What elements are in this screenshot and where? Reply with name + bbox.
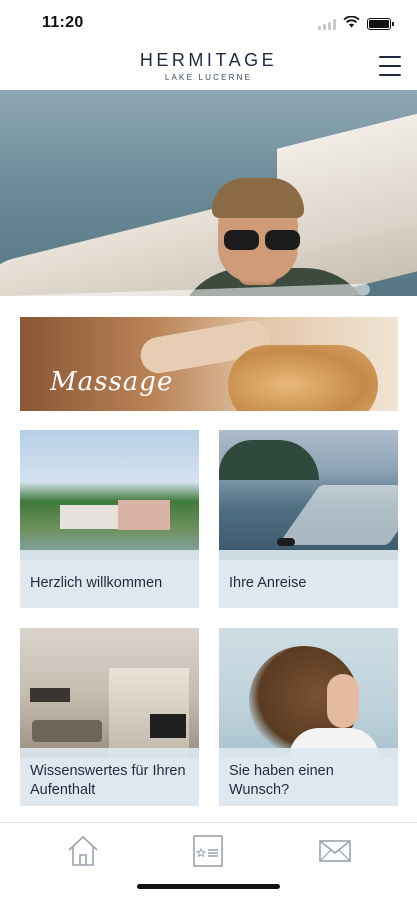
tile-caption: Sie haben einen Wunsch? xyxy=(219,748,398,806)
brand-logo: HERMITAGE LAKE LUCERNE xyxy=(0,50,417,82)
tile-image xyxy=(20,628,199,758)
hero-person-hair xyxy=(212,178,304,218)
massage-banner[interactable]: Massage xyxy=(20,317,398,411)
tile-label: Sie haben einen Wunsch? xyxy=(229,763,334,798)
tile-image xyxy=(20,430,199,560)
banner-label: Massage xyxy=(50,367,174,397)
tile-label: Ihre Anreise xyxy=(229,574,307,591)
signal-icon xyxy=(318,18,336,30)
hero-sunglasses xyxy=(224,230,300,250)
woman-face xyxy=(327,674,359,728)
banner-hair-image xyxy=(228,345,378,411)
hotel-building-wing xyxy=(118,500,170,530)
wifi-icon xyxy=(343,15,360,33)
tile-label: Wissenswertes für Ihren Aufenthalt xyxy=(30,763,186,798)
boat-wake xyxy=(277,485,398,545)
app-header: HERMITAGE LAKE LUCERNE xyxy=(0,46,417,90)
tile-request[interactable]: Sie haben einen Wunsch? xyxy=(219,628,398,806)
tile-arrival[interactable]: Ihre Anreise xyxy=(219,430,398,608)
home-indicator xyxy=(137,884,280,889)
card-star-icon[interactable] xyxy=(190,833,226,869)
home-icon[interactable] xyxy=(65,833,101,869)
room-artwork xyxy=(30,688,70,702)
status-icons xyxy=(318,15,394,33)
status-time: 11:20 xyxy=(42,14,84,31)
hamburger-menu-icon[interactable] xyxy=(379,56,401,76)
mountain xyxy=(219,440,319,480)
room-tv xyxy=(150,714,186,738)
tile-caption: Herzlich willkommen xyxy=(20,550,199,608)
room-sofa xyxy=(32,720,102,742)
tile-caption: Ihre Anreise xyxy=(219,550,398,608)
speedboat xyxy=(277,538,295,546)
hero-image xyxy=(0,90,417,296)
tile-image xyxy=(219,628,398,768)
status-bar: 11:20 xyxy=(0,0,417,46)
room-window xyxy=(109,668,189,758)
battery-icon xyxy=(367,18,394,30)
tile-stay-info[interactable]: Wissenswertes für Ihren Aufenthalt xyxy=(20,628,199,806)
mail-icon[interactable] xyxy=(317,833,353,869)
tile-caption: Wissenswertes für Ihren Aufenthalt xyxy=(20,748,199,806)
brand-name: HERMITAGE xyxy=(139,50,278,70)
brand-subtitle: LAKE LUCERNE xyxy=(164,73,253,82)
tile-image xyxy=(219,430,398,560)
tile-welcome[interactable]: Herzlich willkommen xyxy=(20,430,199,608)
tile-label: Herzlich willkommen xyxy=(30,574,163,591)
